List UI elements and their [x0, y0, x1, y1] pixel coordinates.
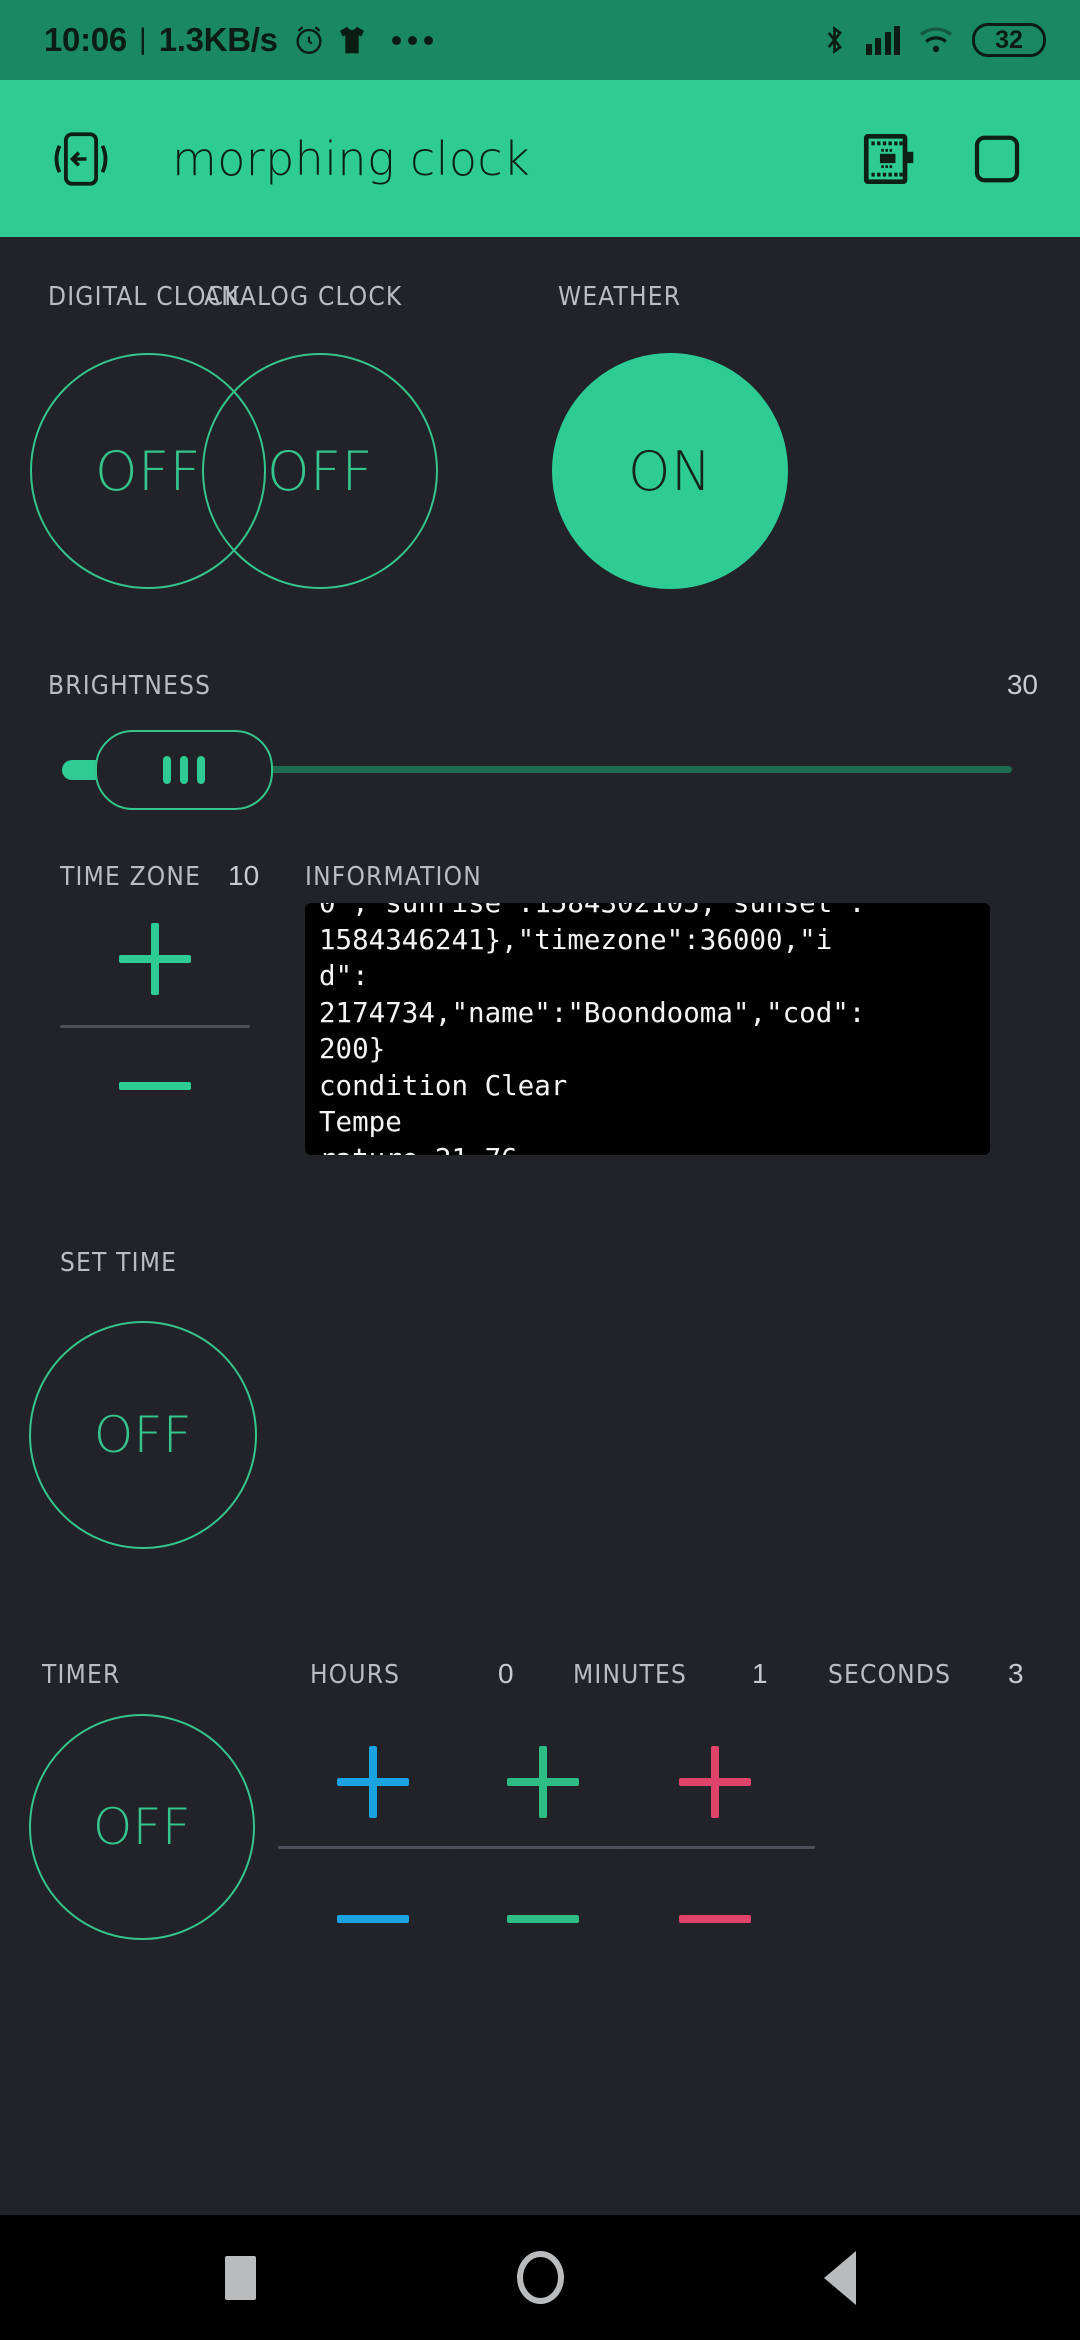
battery-indicator: 32 [972, 23, 1046, 57]
status-bar: 10:06 | 1.3KB/s 32 [0, 0, 1080, 80]
slider-track-remaining [222, 766, 1012, 773]
recents-button[interactable] [185, 2223, 295, 2333]
information-label: INFORMATION [305, 862, 482, 892]
minutes-increment-button[interactable] [448, 1718, 638, 1846]
status-bar-right: 32 [821, 23, 1046, 57]
seconds-increment-button[interactable] [620, 1718, 810, 1846]
minutes-stepper [448, 1718, 638, 2008]
alarm-icon [292, 23, 326, 57]
minutes-label: MINUTES [573, 1660, 688, 1690]
minus-icon [679, 1915, 751, 1923]
minus-icon [119, 1081, 191, 1090]
hours-label: HOURS [310, 1660, 401, 1690]
minus-icon [337, 1915, 409, 1923]
mode-toggles-row: DIGITAL CLOCK OFF ANALOG CLOCK OFF WEATH… [0, 282, 1080, 642]
minus-icon [507, 1915, 579, 1923]
bluetooth-icon [821, 23, 848, 57]
hours-stepper [278, 1718, 468, 2008]
status-time: 10:06 [44, 21, 127, 58]
timezone-decrement-button[interactable] [60, 1028, 250, 1143]
plus-icon [337, 1746, 409, 1818]
slider-grip-icon [180, 756, 188, 784]
status-network-speed: 1.3KB/s [158, 21, 278, 58]
slider-grip-icon [163, 756, 171, 784]
home-button[interactable] [485, 2223, 595, 2333]
hours-decrement-button[interactable] [278, 1849, 468, 1989]
app-screen: 10:06 | 1.3KB/s 32 morphing clock DIGITA… [0, 0, 1080, 2340]
seconds-value: 3 [1008, 1658, 1024, 1689]
seconds-label: SECONDS [828, 1660, 952, 1690]
set-time-toggle-button[interactable]: OFF [29, 1321, 257, 1549]
set-time-state: OFF [93, 1406, 193, 1464]
timer-label: TIMER [42, 1660, 121, 1690]
brightness-slider[interactable] [62, 730, 1012, 810]
timer-toggle-wrapper: OFF [29, 1714, 255, 1940]
app-bar: morphing clock [0, 80, 1080, 237]
set-time-toggle-wrapper: OFF [29, 1321, 257, 1549]
tshirt-icon [336, 24, 368, 56]
timer-state: OFF [92, 1798, 192, 1856]
overflow-dots-icon [391, 35, 433, 45]
timezone-increment-button[interactable] [60, 905, 250, 1013]
brightness-label: BRIGHTNESS [48, 671, 212, 701]
status-separator: | [138, 23, 147, 56]
seconds-decrement-button[interactable] [620, 1849, 810, 1989]
slider-grip-icon [197, 756, 205, 784]
plus-icon [679, 1746, 751, 1818]
microcontroller-board-icon[interactable] [846, 116, 932, 202]
hours-value: 0 [498, 1658, 514, 1689]
plus-icon [119, 923, 191, 995]
toggle-label-analog-clock: ANALOG CLOCK [204, 282, 403, 312]
brightness-value: 30 [1006, 669, 1038, 700]
timezone-value: 10 [228, 860, 260, 891]
status-bar-left: 10:06 | 1.3KB/s [44, 21, 821, 59]
toggle-button-analog-clock[interactable]: OFF [202, 353, 438, 589]
page-title: morphing clock [172, 131, 531, 186]
wifi-icon [918, 25, 954, 55]
slider-thumb[interactable] [95, 730, 273, 810]
timezone-stepper [60, 905, 250, 1170]
toggle-button-weather[interactable]: ON [552, 353, 788, 589]
toggle-state-analog-clock: OFF [266, 439, 374, 503]
plus-icon [507, 1746, 579, 1818]
toggle-state-digital-clock: OFF [94, 439, 202, 503]
toggle-group-weather: WEATHER ON [460, 282, 788, 589]
square-recents-icon [224, 2255, 256, 2300]
rounded-square-icon[interactable] [954, 116, 1040, 202]
information-box[interactable]: 0","sunrise":1584302105,"sunset": 158434… [305, 903, 990, 1155]
toggle-label-weather: WEATHER [558, 282, 682, 312]
toggle-state-weather: ON [628, 439, 712, 503]
timezone-label: TIME ZONE [60, 862, 202, 892]
circle-home-icon [516, 2251, 564, 2304]
minutes-value: 1 [752, 1658, 768, 1689]
toggle-group-analog-clock: ANALOG CLOCK OFF [202, 282, 438, 589]
minutes-decrement-button[interactable] [448, 1849, 638, 1989]
hours-increment-button[interactable] [278, 1718, 468, 1846]
back-button[interactable] [785, 2223, 895, 2333]
information-text: 0","sunrise":1584302105,"sunset": 158434… [319, 903, 866, 1155]
timer-toggle-button[interactable]: OFF [29, 1714, 255, 1940]
seconds-stepper [620, 1718, 815, 2008]
system-navigation-bar [0, 2215, 1080, 2340]
signal-icon [865, 25, 900, 55]
back-arrow-icon[interactable] [38, 116, 124, 202]
triangle-back-icon [824, 2250, 856, 2305]
set-time-label: SET TIME [60, 1248, 178, 1278]
